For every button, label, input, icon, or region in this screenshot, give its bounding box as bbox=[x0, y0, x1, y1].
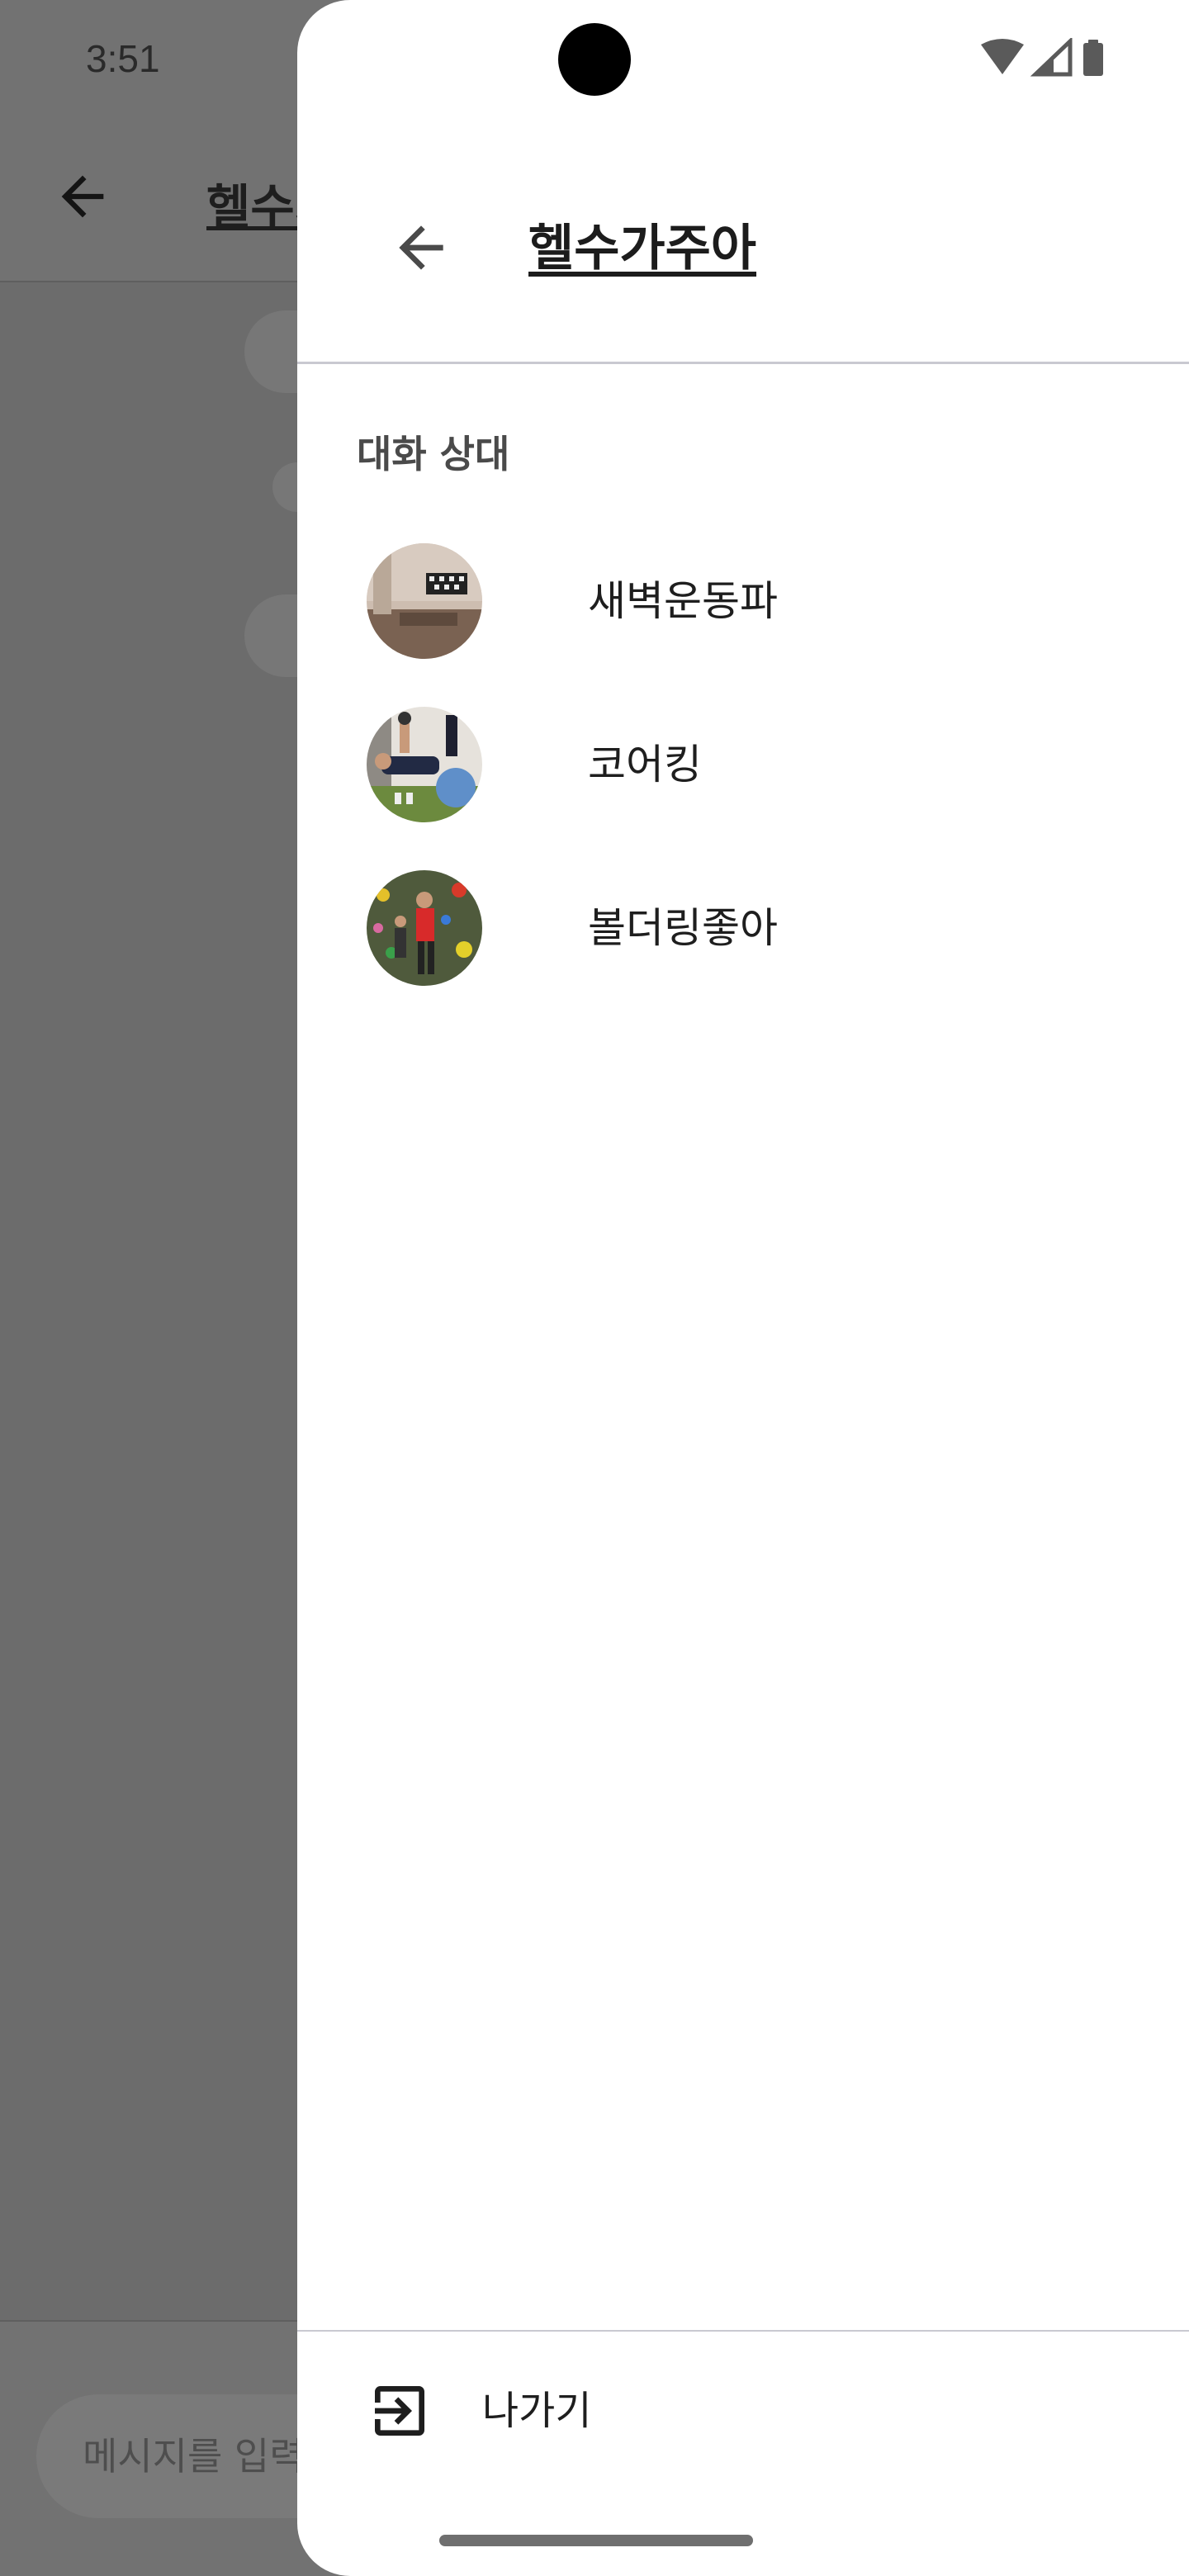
avatar-exercise-ball-icon bbox=[367, 707, 482, 822]
cell-signal-icon bbox=[1030, 38, 1073, 77]
drawer-header: 헬수가주아 bbox=[297, 149, 1189, 363]
header-divider bbox=[297, 362, 1189, 364]
camera-cutout bbox=[558, 23, 631, 96]
member-name: 코어킹 bbox=[588, 741, 702, 788]
gesture-navigation-bar[interactable] bbox=[439, 2535, 753, 2546]
avatar-climbing-wall-icon bbox=[367, 870, 482, 986]
chat-room-title: 헬수가주아 bbox=[528, 220, 756, 277]
chat-info-drawer: 헬수가주아 대화 상대 새벽운동파 코어킹 볼더링좋아 나가기 bbox=[297, 0, 1189, 2576]
battery-icon bbox=[1083, 40, 1103, 76]
leave-chat-label: 나가기 bbox=[482, 2388, 592, 2434]
footer-divider bbox=[297, 2330, 1189, 2332]
member-name: 볼더링좋아 bbox=[588, 904, 778, 952]
wifi-icon bbox=[981, 39, 1024, 74]
screen: 3:51 헬수가주아 메시지를 입력 헬수 bbox=[0, 0, 1189, 2576]
back-arrow-icon[interactable] bbox=[388, 215, 454, 281]
member-name: 새벽운동파 bbox=[588, 577, 778, 625]
member-item[interactable]: 새벽운동파 bbox=[357, 535, 1149, 667]
exit-icon bbox=[375, 2386, 424, 2436]
background-input-placeholder: 메시지를 입력 bbox=[83, 2434, 305, 2479]
status-time: 3:51 bbox=[86, 37, 160, 80]
participants-section-label: 대화 상대 bbox=[357, 432, 510, 476]
member-item[interactable]: 코어킹 bbox=[357, 698, 1149, 831]
background-back-arrow-icon bbox=[61, 175, 104, 218]
avatar-home-gym-icon bbox=[367, 543, 482, 659]
leave-chat-button[interactable]: 나가기 bbox=[297, 2345, 1189, 2477]
status-icons bbox=[981, 38, 1103, 77]
member-item[interactable]: 볼더링좋아 bbox=[357, 862, 1149, 994]
